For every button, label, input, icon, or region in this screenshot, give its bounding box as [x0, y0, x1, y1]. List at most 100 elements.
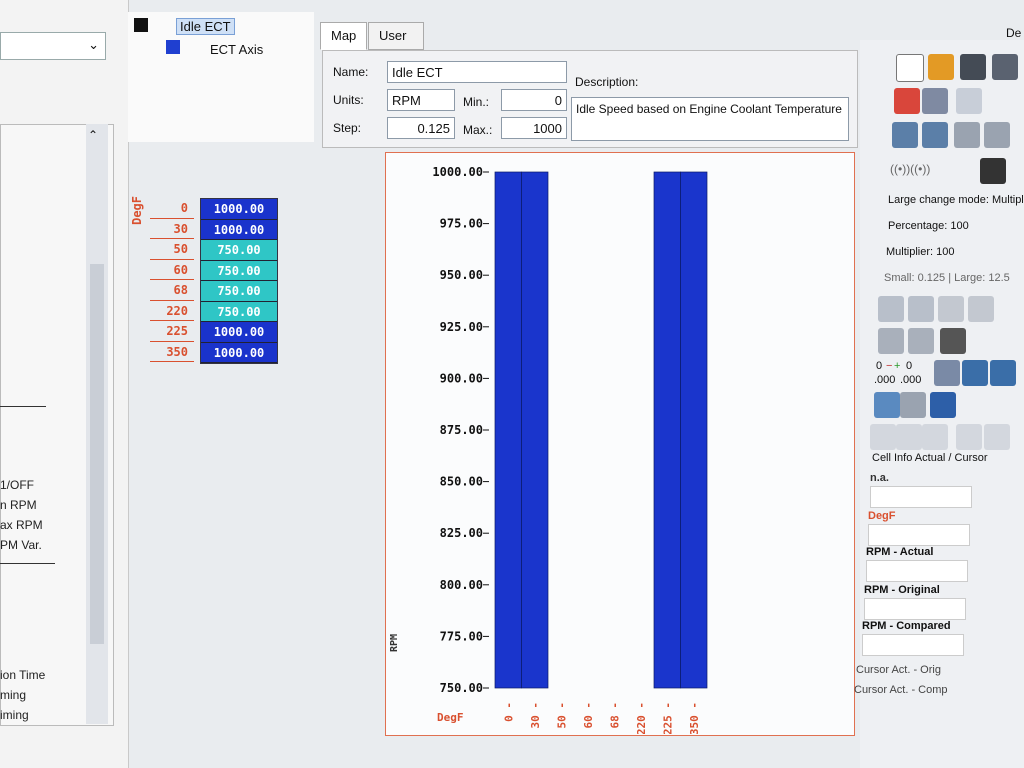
- min-label: Min.:: [463, 95, 490, 109]
- left-scrollbar[interactable]: [86, 124, 108, 724]
- name-field[interactable]: Idle ECT: [387, 61, 567, 83]
- ramp-down-icon[interactable]: [908, 328, 934, 354]
- org-icon[interactable]: [984, 424, 1010, 450]
- table-cell[interactable]: 1000.00: [201, 219, 277, 240]
- x-tick-label: 68 -: [608, 702, 621, 729]
- signal-icon[interactable]: ((•))((•)): [890, 162, 930, 176]
- table-view-icon[interactable]: [962, 360, 988, 386]
- table-cell[interactable]: 1000.00: [201, 199, 277, 220]
- description-label: Description:: [575, 75, 639, 89]
- scroll-up-icon[interactable]: ⌃: [88, 128, 98, 142]
- large-change-mode: Large change mode: Multiplie: [888, 194, 1024, 206]
- axis-cell[interactable]: 0: [150, 198, 194, 219]
- axis-cell[interactable]: 225: [150, 321, 194, 342]
- left-item[interactable]: ax RPM: [0, 518, 43, 532]
- y-tick-label: 975.00: [440, 217, 483, 231]
- units-label: Units:: [333, 93, 364, 107]
- increase-icon[interactable]: [878, 296, 904, 322]
- tree-item-idle-ect[interactable]: Idle ECT: [176, 18, 235, 35]
- save-as-icon[interactable]: [992, 54, 1018, 80]
- units-field[interactable]: RPM: [387, 89, 455, 111]
- x-tick-label: 225 -: [661, 702, 674, 734]
- tab-user-notes[interactable]: User Notes: [368, 22, 424, 69]
- axis-cell[interactable]: 50: [150, 239, 194, 260]
- y-tick-label: 775.00: [440, 629, 483, 643]
- undo-icon[interactable]: [892, 122, 918, 148]
- table-cell[interactable]: 1000.00: [201, 322, 277, 343]
- step-label: Step:: [333, 121, 362, 135]
- tab-map[interactable]: Map: [320, 22, 368, 50]
- table-cell[interactable]: 750.00: [201, 281, 277, 302]
- table-cell[interactable]: 750.00: [201, 301, 277, 322]
- zoom-icon[interactable]: [900, 392, 926, 418]
- open-folder-icon[interactable]: [928, 54, 954, 80]
- increase-large-icon[interactable]: [908, 296, 934, 322]
- tree-item-ect-axis[interactable]: ECT Axis: [210, 42, 263, 57]
- left-item[interactable]: PM Var.: [0, 538, 42, 552]
- axis-cell[interactable]: 350: [150, 342, 194, 362]
- axis-icon: [166, 40, 180, 54]
- table-cell[interactable]: 1000.00: [201, 342, 277, 363]
- degf-field: [868, 524, 970, 546]
- chart-bar[interactable]: [494, 171, 522, 689]
- multiplier-text: Multiplier: 100: [886, 246, 955, 258]
- step-field[interactable]: 0.125: [387, 117, 455, 139]
- bar-chart-icon[interactable]: [990, 360, 1016, 386]
- plus-icon[interactable]: +: [894, 360, 900, 372]
- chart-view-icon[interactable]: [934, 360, 960, 386]
- paste-icon[interactable]: [984, 122, 1010, 148]
- nav-left-icon[interactable]: [870, 424, 896, 450]
- compare-icon[interactable]: [930, 392, 956, 418]
- pen-icon[interactable]: [940, 328, 966, 354]
- copy-icon[interactable]: [954, 122, 980, 148]
- max-field[interactable]: 1000: [501, 117, 567, 139]
- y-tick-label: 750.00: [440, 681, 483, 695]
- max-label: Max.:: [463, 123, 493, 137]
- axis-cell[interactable]: 68: [150, 280, 194, 301]
- axis-cell[interactable]: 60: [150, 260, 194, 280]
- minus-icon[interactable]: −: [886, 360, 892, 372]
- save-icon[interactable]: [960, 54, 986, 80]
- x-tick-label: 30 -: [529, 702, 542, 729]
- left-dropdown[interactable]: ⌄: [0, 32, 106, 60]
- zero-b-text: 0: [906, 360, 913, 372]
- list-icon[interactable]: [956, 88, 982, 114]
- axis-cell[interactable]: 220: [150, 301, 194, 321]
- decrease-icon[interactable]: [968, 296, 994, 322]
- cell-info-title: Cell Info Actual / Cursor: [872, 452, 988, 464]
- table-cell[interactable]: 750.00: [201, 240, 277, 261]
- refresh-icon[interactable]: [922, 424, 948, 450]
- ecu-icon[interactable]: [956, 424, 982, 450]
- chart-bar[interactable]: [521, 171, 549, 689]
- left-item[interactable]: ion Time: [0, 668, 45, 682]
- table-cell[interactable]: 750.00: [201, 260, 277, 281]
- map-chart[interactable]: 1000.00 975.00 950.00 925.00 900.00 875.00 850…: [385, 152, 853, 734]
- scale-icon[interactable]: [874, 392, 900, 418]
- min-field[interactable]: 0: [501, 89, 567, 111]
- degf-text: DegF: [868, 510, 896, 522]
- redo-icon[interactable]: [922, 122, 948, 148]
- na-text: n.a.: [870, 472, 889, 484]
- remove-map-icon[interactable]: [922, 88, 948, 114]
- nav-right-icon[interactable]: [896, 424, 922, 450]
- y-tick-label: 825.00: [440, 526, 483, 540]
- scrollbar-thumb[interactable]: [90, 264, 104, 644]
- step-up-icon[interactable]: [938, 296, 964, 322]
- chart-bar[interactable]: [653, 171, 681, 689]
- grid-icon[interactable]: [980, 158, 1006, 184]
- ramp-up-icon[interactable]: [878, 328, 904, 354]
- y-tick-label: 1000.00: [432, 165, 483, 179]
- left-item[interactable]: ming: [0, 688, 26, 702]
- table-axis-label: DegF: [130, 196, 144, 225]
- left-item[interactable]: n RPM: [0, 498, 37, 512]
- left-item[interactable]: 1/OFF: [0, 478, 34, 492]
- percentage-text: Percentage: 100: [888, 220, 969, 232]
- chart-bar[interactable]: [680, 171, 708, 689]
- new-file-icon[interactable]: [896, 54, 924, 82]
- chevron-down-icon: ⌄: [88, 37, 99, 52]
- axis-cell[interactable]: 30: [150, 219, 194, 239]
- add-map-icon[interactable]: [894, 88, 920, 114]
- description-field[interactable]: Idle Speed based on Engine Coolant Tempe…: [571, 97, 849, 141]
- y-tick-label: 900.00: [440, 371, 483, 385]
- left-item[interactable]: iming: [0, 708, 29, 722]
